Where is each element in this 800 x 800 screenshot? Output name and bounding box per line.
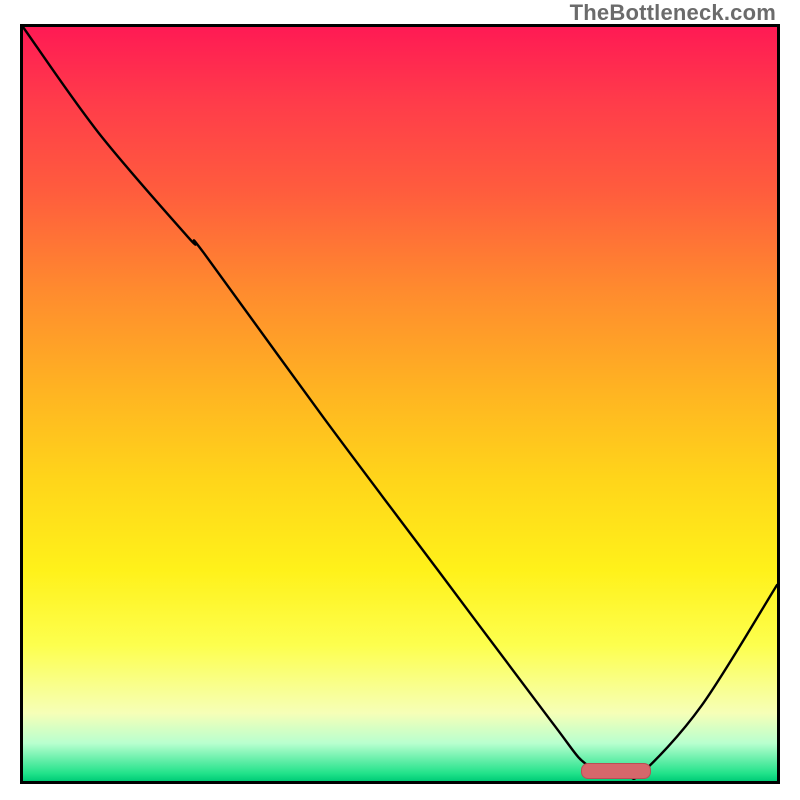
watermark-text: TheBottleneck.com — [570, 0, 776, 26]
optimal-range-indicator — [581, 763, 651, 779]
chart-frame — [20, 24, 780, 784]
chart-background-gradient — [23, 27, 777, 781]
